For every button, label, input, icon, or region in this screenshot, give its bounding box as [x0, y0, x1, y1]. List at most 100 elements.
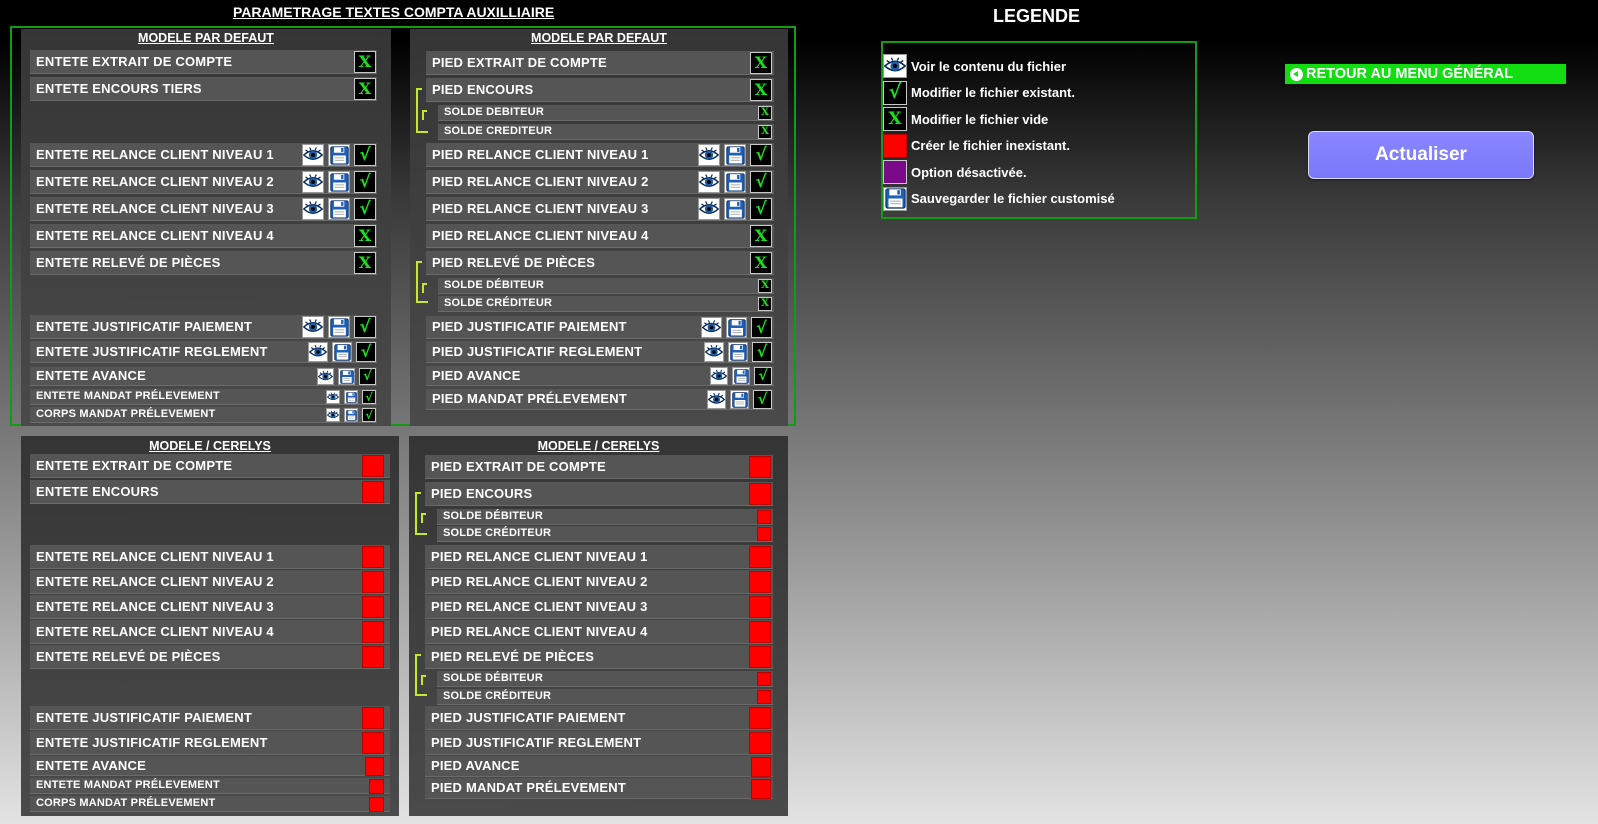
eye-icon[interactable] — [707, 390, 726, 409]
create-file-red-icon[interactable] — [365, 757, 384, 776]
floppy-disk-icon[interactable] — [328, 171, 350, 193]
eye-icon[interactable] — [302, 171, 324, 193]
empty-file-x-icon[interactable]: X — [758, 106, 772, 120]
floppy-disk-icon[interactable] — [328, 144, 350, 166]
setting-row: PIED JUSTIFICATIF REGLEMENT — [425, 731, 773, 755]
create-file-red-icon[interactable] — [369, 797, 384, 812]
eye-icon[interactable] — [698, 171, 720, 193]
checkmark-icon[interactable]: √ — [362, 390, 376, 404]
empty-file-x-icon[interactable]: X — [354, 252, 376, 274]
empty-file-x-icon[interactable]: X — [758, 279, 772, 293]
create-file-red-icon[interactable] — [362, 596, 384, 618]
floppy-disk-icon[interactable] — [730, 390, 749, 409]
create-file-red-icon[interactable] — [369, 779, 384, 794]
checkmark-icon[interactable]: √ — [750, 171, 772, 193]
empty-file-x-icon[interactable]: X — [758, 125, 772, 139]
disabled-option-icon — [883, 160, 907, 184]
eye-icon[interactable] — [308, 342, 328, 362]
row-label: ENTETE EXTRAIT DE COMPTE — [36, 458, 233, 473]
checkmark-icon[interactable]: √ — [754, 367, 772, 385]
row-label: ENTETE EXTRAIT DE COMPTE — [36, 54, 233, 69]
floppy-disk-icon[interactable] — [732, 367, 750, 385]
retour-menu-button[interactable]: RETOUR AU MENU GÉNÉRAL — [1285, 64, 1566, 84]
empty-file-x-icon[interactable]: X — [750, 225, 772, 247]
create-file-red-icon[interactable] — [757, 690, 771, 704]
create-file-red-icon[interactable] — [757, 510, 771, 524]
eye-icon[interactable] — [326, 408, 340, 422]
eye-icon[interactable] — [701, 317, 722, 338]
create-file-red-icon[interactable] — [362, 571, 384, 593]
row-label: ENTETE ENCOURS TIERS — [36, 81, 202, 96]
checkmark-icon[interactable]: √ — [752, 342, 772, 362]
create-file-red-icon[interactable] — [749, 546, 771, 568]
create-file-red-icon[interactable] — [362, 646, 384, 668]
eye-icon[interactable] — [302, 144, 324, 166]
setting-row: ENTETE RELANCE CLIENT NIVEAU 2 √ — [30, 170, 377, 194]
create-file-red-icon[interactable] — [749, 732, 771, 754]
floppy-disk-icon[interactable] — [728, 342, 748, 362]
floppy-disk-icon[interactable] — [726, 317, 747, 338]
create-file-red-icon[interactable] — [749, 707, 771, 729]
empty-file-x-icon[interactable]: X — [750, 79, 772, 101]
row-label: PIED JUSTIFICATIF REGLEMENT — [431, 735, 642, 750]
empty-file-x-icon[interactable]: X — [758, 297, 772, 311]
row-label: ENTETE RELANCE CLIENT NIVEAU 3 — [36, 201, 274, 216]
create-file-red-icon[interactable] — [757, 672, 771, 686]
create-file-red-icon[interactable] — [749, 571, 771, 593]
create-file-red-icon[interactable] — [749, 456, 771, 478]
row-label: CORPS MANDAT PRÉLEVEMENT — [36, 408, 216, 420]
empty-file-x-icon[interactable]: X — [750, 52, 772, 74]
checkmark-icon[interactable]: √ — [362, 408, 376, 422]
floppy-disk-icon[interactable] — [724, 198, 746, 220]
checkmark-icon[interactable]: √ — [354, 198, 376, 220]
eye-icon[interactable] — [302, 198, 324, 220]
checkmark-icon[interactable]: √ — [753, 390, 772, 409]
create-file-red-icon[interactable] — [749, 646, 771, 668]
eye-icon[interactable] — [698, 198, 720, 220]
create-file-red-icon[interactable] — [749, 596, 771, 618]
checkmark-icon[interactable]: √ — [356, 342, 376, 362]
create-file-red-icon[interactable] — [751, 779, 771, 799]
eye-icon[interactable] — [302, 316, 324, 338]
floppy-disk-icon[interactable] — [724, 144, 746, 166]
eye-icon[interactable] — [317, 368, 334, 385]
floppy-disk-icon[interactable] — [328, 316, 350, 338]
page-title: PARAMETRAGE TEXTES COMPTA AUXILLIAIRE — [233, 4, 555, 20]
checkmark-icon[interactable]: √ — [359, 368, 376, 385]
setting-row: PIED EXTRAIT DE COMPTE — [425, 455, 773, 479]
setting-row: ENTETE EXTRAIT DE COMPTE — [30, 454, 390, 478]
create-file-red-icon[interactable] — [749, 621, 771, 643]
create-file-red-icon[interactable] — [362, 455, 384, 477]
empty-file-x-icon[interactable]: X — [354, 51, 376, 73]
actualiser-button[interactable]: Actualiser — [1308, 131, 1534, 179]
create-file-red-icon[interactable] — [362, 707, 384, 729]
checkmark-icon[interactable]: √ — [354, 316, 376, 338]
empty-file-x-icon[interactable]: X — [354, 78, 376, 100]
create-file-red-icon[interactable] — [362, 732, 384, 754]
row-label: ENTETE RELANCE CLIENT NIVEAU 3 — [36, 599, 274, 614]
create-file-red-icon[interactable] — [362, 546, 384, 568]
eye-icon[interactable] — [710, 367, 728, 385]
floppy-disk-icon[interactable] — [332, 342, 352, 362]
floppy-disk-icon[interactable] — [344, 390, 358, 404]
checkmark-icon[interactable]: √ — [750, 198, 772, 220]
empty-file-x-icon[interactable]: X — [750, 252, 772, 274]
checkmark-icon[interactable]: √ — [751, 317, 772, 338]
eye-icon[interactable] — [698, 144, 720, 166]
create-file-red-icon[interactable] — [749, 483, 771, 505]
create-file-red-icon[interactable] — [757, 527, 771, 541]
checkmark-icon[interactable]: √ — [750, 144, 772, 166]
create-file-red-icon[interactable] — [362, 481, 384, 503]
eye-icon[interactable] — [326, 390, 340, 404]
floppy-disk-icon[interactable] — [328, 198, 350, 220]
floppy-disk-icon[interactable] — [344, 408, 358, 422]
checkmark-icon[interactable]: √ — [354, 171, 376, 193]
floppy-disk-icon[interactable] — [338, 368, 355, 385]
row-label: ENTETE RELANCE CLIENT NIVEAU 4 — [36, 228, 274, 243]
empty-file-x-icon[interactable]: X — [354, 225, 376, 247]
checkmark-icon[interactable]: √ — [354, 144, 376, 166]
floppy-disk-icon[interactable] — [724, 171, 746, 193]
create-file-red-icon[interactable] — [362, 621, 384, 643]
create-file-red-icon[interactable] — [751, 757, 771, 777]
eye-icon[interactable] — [704, 342, 724, 362]
